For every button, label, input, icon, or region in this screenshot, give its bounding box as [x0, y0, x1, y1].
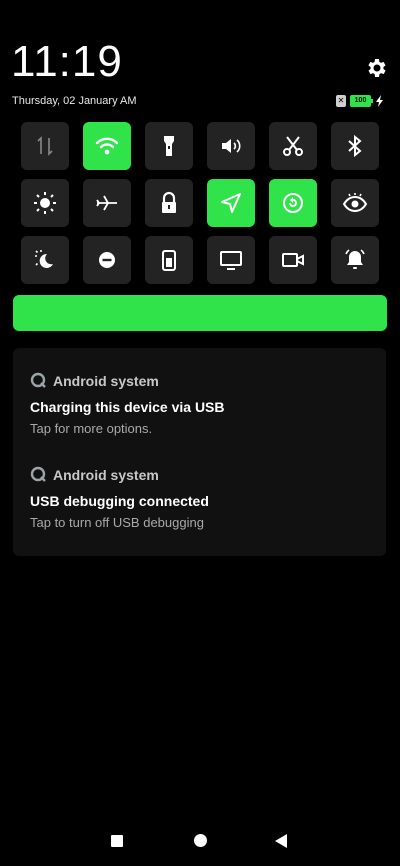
brightness-slider[interactable]: [13, 295, 387, 331]
notification-text: Tap to turn off USB debugging: [30, 515, 204, 530]
tile-wifi[interactable]: [83, 122, 131, 170]
tile-do-not-disturb[interactable]: [83, 236, 131, 284]
android-system-icon: [30, 466, 46, 482]
status-icons: ✕ 100: [336, 94, 385, 108]
wifi-icon: [95, 137, 119, 155]
notification-item[interactable]: Android system Charging this device via …: [30, 372, 225, 437]
recents-button[interactable]: [111, 835, 123, 847]
volume-icon: [222, 139, 241, 153]
tile-reading-mode[interactable]: [331, 179, 379, 227]
sun-moon-icon: [35, 250, 53, 268]
tile-auto-rotate[interactable]: [269, 179, 317, 227]
gear-icon[interactable]: [364, 56, 388, 80]
notification-app-row: Android system: [30, 372, 225, 389]
monitor-icon: [220, 251, 242, 270]
tile-mobile-data[interactable]: [21, 122, 69, 170]
notification-title: USB debugging connected: [30, 493, 209, 509]
bluetooth-icon: [348, 134, 362, 158]
airplane-icon: [96, 195, 117, 211]
home-button[interactable]: [194, 834, 207, 847]
tile-airplane-mode[interactable]: [83, 179, 131, 227]
location-arrow-icon: [221, 193, 241, 213]
tile-screen-record[interactable]: [269, 236, 317, 284]
notification-title: Charging this device via USB: [30, 399, 225, 415]
notification-text: Tap for more options.: [30, 421, 153, 436]
bell-icon: [345, 249, 365, 269]
tile-battery-saver[interactable]: [145, 236, 193, 284]
lock-icon: [162, 191, 176, 213]
battery-icon: 100: [350, 95, 373, 107]
android-system-icon: [30, 372, 46, 388]
eye-icon: [342, 193, 368, 213]
scissors-icon: [283, 136, 303, 156]
tile-flashlight[interactable]: [145, 122, 193, 170]
tile-cast-screen[interactable]: [207, 236, 255, 284]
notification-app-name: Android system: [53, 466, 159, 483]
navigation-bar: [0, 826, 400, 856]
tile-alarm[interactable]: [331, 236, 379, 284]
back-button[interactable]: [275, 834, 287, 848]
clock: 11:19: [11, 37, 123, 86]
sun-icon: [34, 192, 56, 214]
arrows-updown-icon: [37, 136, 53, 156]
tile-auto-brightness[interactable]: [21, 179, 69, 227]
tile-lock-screen[interactable]: [145, 179, 193, 227]
notification-app-row: Android system: [30, 466, 209, 483]
video-camera-icon: [282, 253, 304, 267]
battery-icon: [162, 250, 176, 271]
tile-bluetooth[interactable]: [331, 122, 379, 170]
minus-circle-icon: [99, 252, 115, 268]
notification-card: Android system Charging this device via …: [13, 348, 386, 556]
notification-app-name: Android system: [53, 372, 159, 389]
tile-dark-mode[interactable]: [21, 236, 69, 284]
tile-screenshot[interactable]: [269, 122, 317, 170]
tile-sound[interactable]: [207, 122, 255, 170]
date-label: Thursday, 02 January AM: [12, 95, 137, 107]
flashlight-icon: [164, 136, 174, 156]
no-sim-icon: ✕: [336, 95, 346, 107]
notification-item[interactable]: Android system USB debugging connected T…: [30, 466, 209, 531]
tile-location[interactable]: [207, 179, 255, 227]
rotate-icon: [283, 193, 303, 213]
charging-bolt-icon: [376, 95, 383, 107]
